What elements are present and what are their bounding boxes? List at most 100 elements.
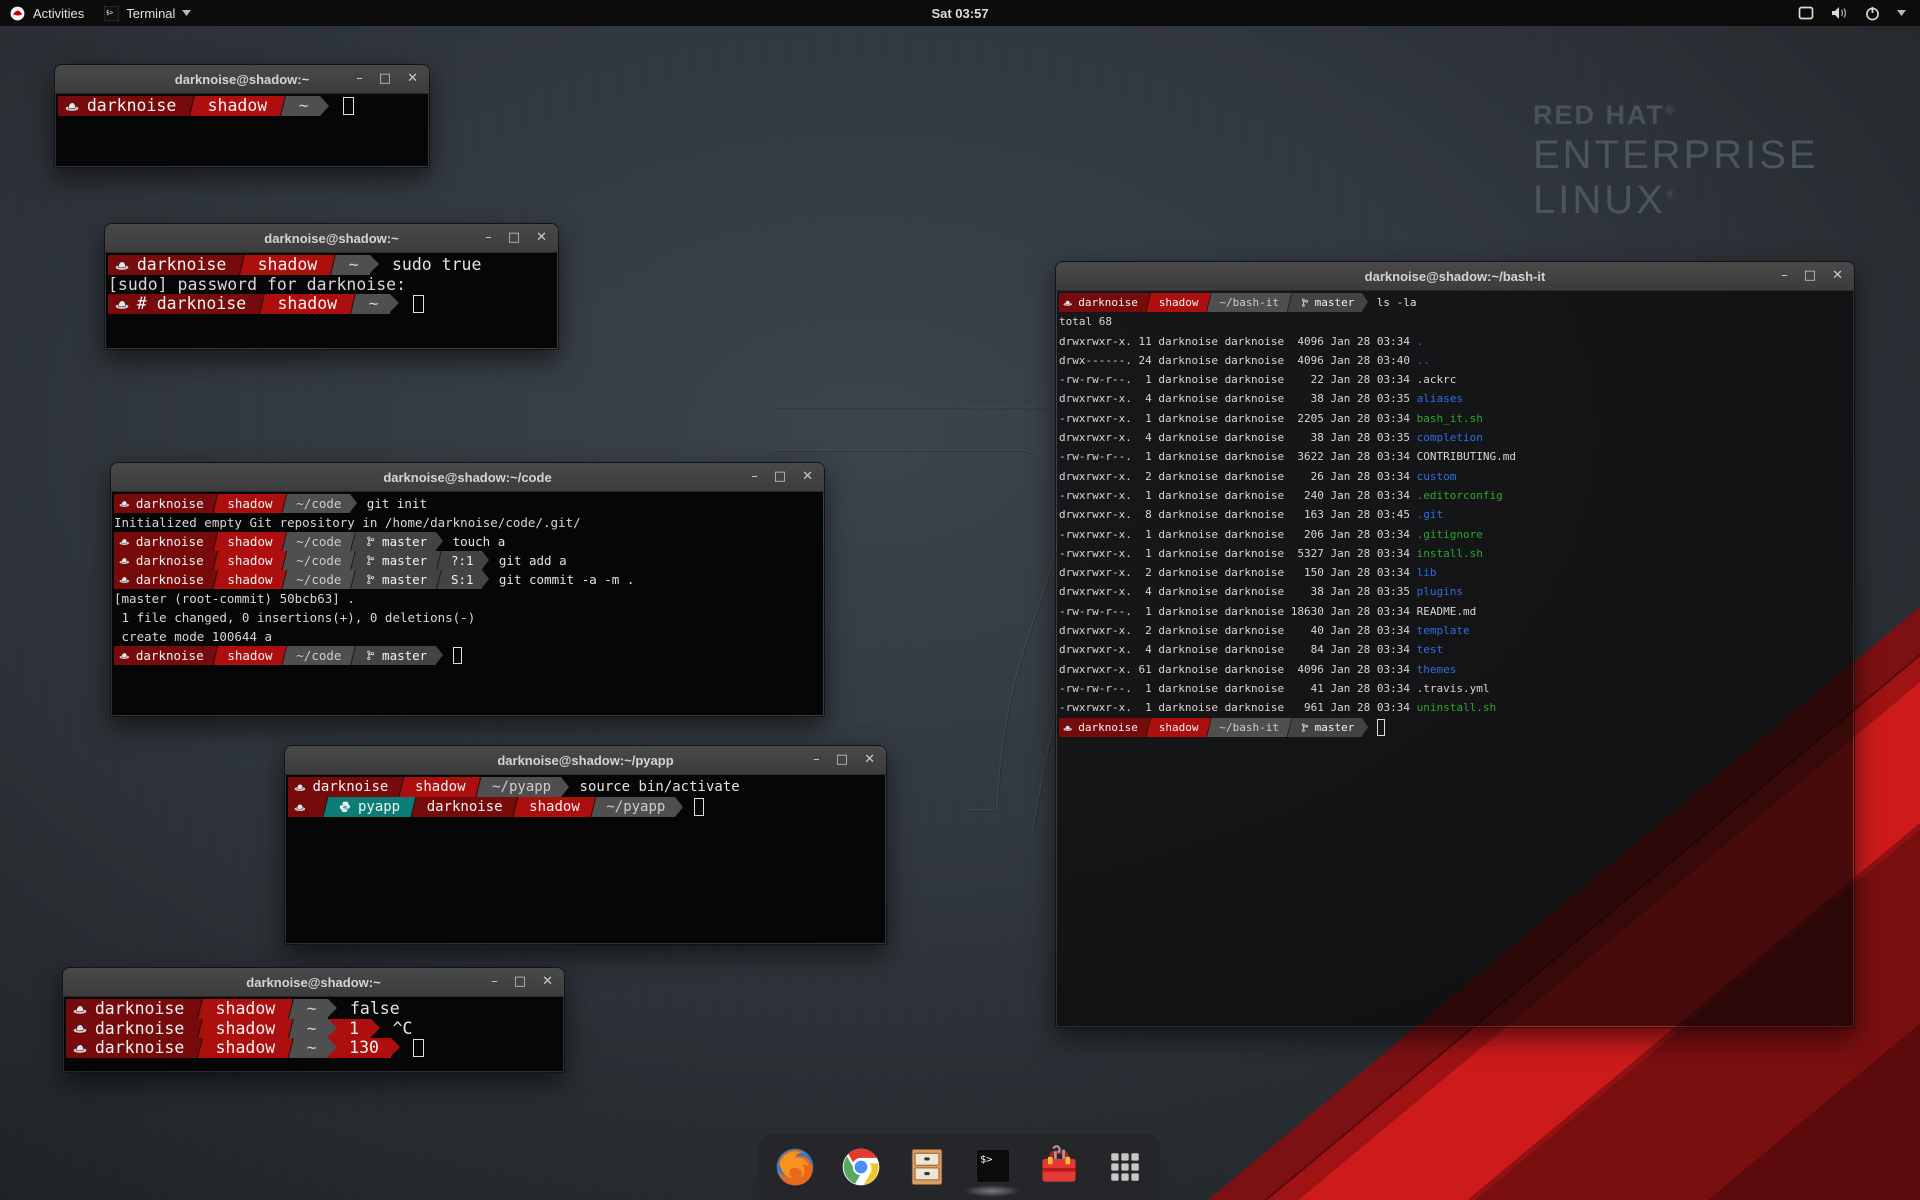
output-text: total 68 [1059, 312, 1112, 331]
terminal-line: -rwxrwxr-x. 1 darknoise darknoise 240 Ja… [1059, 486, 1853, 505]
redhat-icon [119, 555, 130, 566]
minimize-button[interactable]: – [813, 746, 820, 774]
maximize-button[interactable]: □ [774, 463, 786, 491]
window-titlebar[interactable]: darknoise@shadow:~/code – □ ✕ [111, 463, 824, 492]
terminal-body[interactable]: darknoiseshadow~/bash-itmasterls -latota… [1057, 291, 1853, 1026]
segment-separator [287, 1019, 295, 1039]
terminal-line: drwxrwxr-x. 2 darknoise darknoise 40 Jan… [1059, 621, 1853, 640]
file-name: bash_it.sh [1417, 409, 1483, 428]
prompt-segment-text: ~ [307, 1019, 317, 1039]
terminal-body[interactable]: darknoiseshadow~ [56, 94, 428, 166]
dock-firefox-icon[interactable] [772, 1144, 818, 1190]
segment-separator [279, 96, 287, 116]
close-button[interactable]: ✕ [864, 746, 875, 774]
maximize-button[interactable]: □ [514, 968, 526, 996]
minimize-button[interactable]: – [491, 968, 498, 996]
dock-terminal-icon[interactable]: $> [970, 1144, 1016, 1190]
file-name: .git [1417, 505, 1444, 524]
command-text: git init [367, 494, 427, 513]
command-text: ^C [393, 1019, 413, 1039]
prompt-segment-text: shadow [227, 570, 272, 589]
prompt-segment-text: master [382, 570, 427, 589]
segment-separator [436, 646, 443, 665]
prompt-segment-text: shadow [227, 551, 272, 570]
dock-chrome-icon[interactable] [838, 1144, 884, 1190]
window-title: darknoise@shadow:~/pyapp [285, 753, 886, 768]
minimize-button[interactable]: – [356, 65, 363, 93]
prompt-segment-text: shadow [216, 1019, 276, 1039]
segment-separator [512, 797, 519, 817]
segment-separator [371, 1019, 381, 1039]
prompt-segment-text: darknoise [137, 255, 226, 275]
maximize-button[interactable]: □ [1804, 262, 1816, 290]
dock-files-icon[interactable] [904, 1144, 950, 1190]
minimize-button[interactable]: – [485, 224, 492, 252]
prompt-segment-path: ~ [295, 1038, 328, 1058]
maximize-button[interactable]: □ [379, 65, 391, 93]
registered-mark: ® [1665, 103, 1676, 117]
maximize-button[interactable]: □ [508, 224, 520, 252]
terminal-window-sudo: darknoise@shadow:~ – □ ✕ darknoiseshadow… [104, 223, 559, 350]
clock[interactable]: Sat 03:57 [931, 6, 988, 21]
dock-toolbox-icon[interactable] [1036, 1144, 1082, 1190]
prompt-segment-host: shadow [1151, 293, 1206, 312]
redhat-icon [1063, 298, 1072, 307]
prompt-segment-branch: master [356, 570, 436, 589]
window-titlebar[interactable]: darknoise@shadow:~ – □ ✕ [63, 968, 564, 997]
segment-separator [590, 797, 597, 817]
prompt-segment-text: darknoise [136, 494, 204, 513]
dock-app-grid-icon[interactable] [1102, 1144, 1148, 1190]
window-titlebar[interactable]: darknoise@shadow:~ – □ ✕ [105, 224, 558, 253]
prompt-segment-host: shadow [219, 532, 282, 551]
output-text: -rwxrwxr-x. 1 darknoise darknoise 5327 J… [1059, 544, 1417, 563]
close-button[interactable]: ✕ [802, 463, 813, 491]
close-button[interactable]: ✕ [536, 224, 547, 252]
prompt-segment-path: ~ [295, 999, 328, 1019]
terminal-body[interactable]: darknoiseshadow~/pyappsource bin/activat… [286, 775, 885, 943]
activities-button[interactable]: Activities [0, 0, 94, 26]
terminal-line: -rw-rw-r--. 1 darknoise darknoise 18630 … [1059, 602, 1853, 621]
top-bar: Activities $> Terminal Sat 03:57 [0, 0, 1920, 26]
segment-separator [238, 255, 246, 275]
terminal-line: [master (root-commit) 50bcb63] . [114, 589, 823, 608]
file-name: custom [1417, 467, 1457, 486]
prompt-segment-text: shadow [208, 96, 268, 116]
file-name: completion [1417, 428, 1483, 447]
segment-separator [436, 532, 443, 551]
minimize-button[interactable]: – [1781, 262, 1788, 290]
maximize-button[interactable]: □ [836, 746, 848, 774]
prompt-segment-text: 1 [349, 1019, 359, 1039]
redhat-icon [119, 650, 130, 661]
window-titlebar[interactable]: darknoise@shadow:~/bash-it – □ ✕ [1056, 262, 1854, 291]
close-button[interactable]: ✕ [407, 65, 418, 93]
app-menu-terminal[interactable]: $> Terminal [94, 0, 201, 26]
output-text: drwxrwxr-x. 4 darknoise darknoise 38 Jan… [1059, 389, 1417, 408]
terminal-body[interactable]: darknoiseshadow~/codegit initInitialized… [112, 492, 823, 715]
minimize-button[interactable]: – [751, 463, 758, 491]
terminal-body[interactable]: darknoiseshadow~falsedarknoiseshadow~1^C… [64, 997, 563, 1071]
output-text: drwxrwxr-x. 2 darknoise darknoise 40 Jan… [1059, 621, 1417, 640]
prompt-segment-text: shadow [1159, 293, 1199, 312]
close-button[interactable]: ✕ [1832, 262, 1843, 290]
command-text: git add a [499, 551, 567, 570]
close-button[interactable]: ✕ [542, 968, 553, 996]
window-titlebar[interactable]: darknoise@shadow:~ – □ ✕ [55, 65, 429, 94]
prompt-segment-user: darknoise [114, 646, 212, 665]
brand-enterprise: ENTERPRISE [1533, 133, 1819, 178]
prompt-segment-path: ~/pyapp [482, 777, 561, 797]
prompt-segment-user: # darknoise [108, 294, 258, 314]
prompt-segment-host: shadow [219, 551, 282, 570]
output-text: drwxrwxr-x. 2 darknoise darknoise 26 Jan… [1059, 467, 1417, 486]
file-name: template [1417, 621, 1470, 640]
prompt-segment-text: darknoise [136, 570, 204, 589]
redhat-icon [119, 536, 130, 547]
segment-separator [475, 777, 482, 797]
command-text: git commit -a -m . [499, 570, 634, 589]
prompt-segment-branch: master [356, 646, 436, 665]
segment-separator [329, 255, 337, 275]
system-status-area[interactable] [1798, 6, 1920, 21]
terminal-body[interactable]: darknoiseshadow~sudo true[sudo] password… [106, 253, 557, 348]
prompt-segment-text: shadow [415, 777, 466, 797]
prompt-segment-path: ~/code [288, 551, 351, 570]
window-titlebar[interactable]: darknoise@shadow:~/pyapp – □ ✕ [285, 746, 886, 775]
